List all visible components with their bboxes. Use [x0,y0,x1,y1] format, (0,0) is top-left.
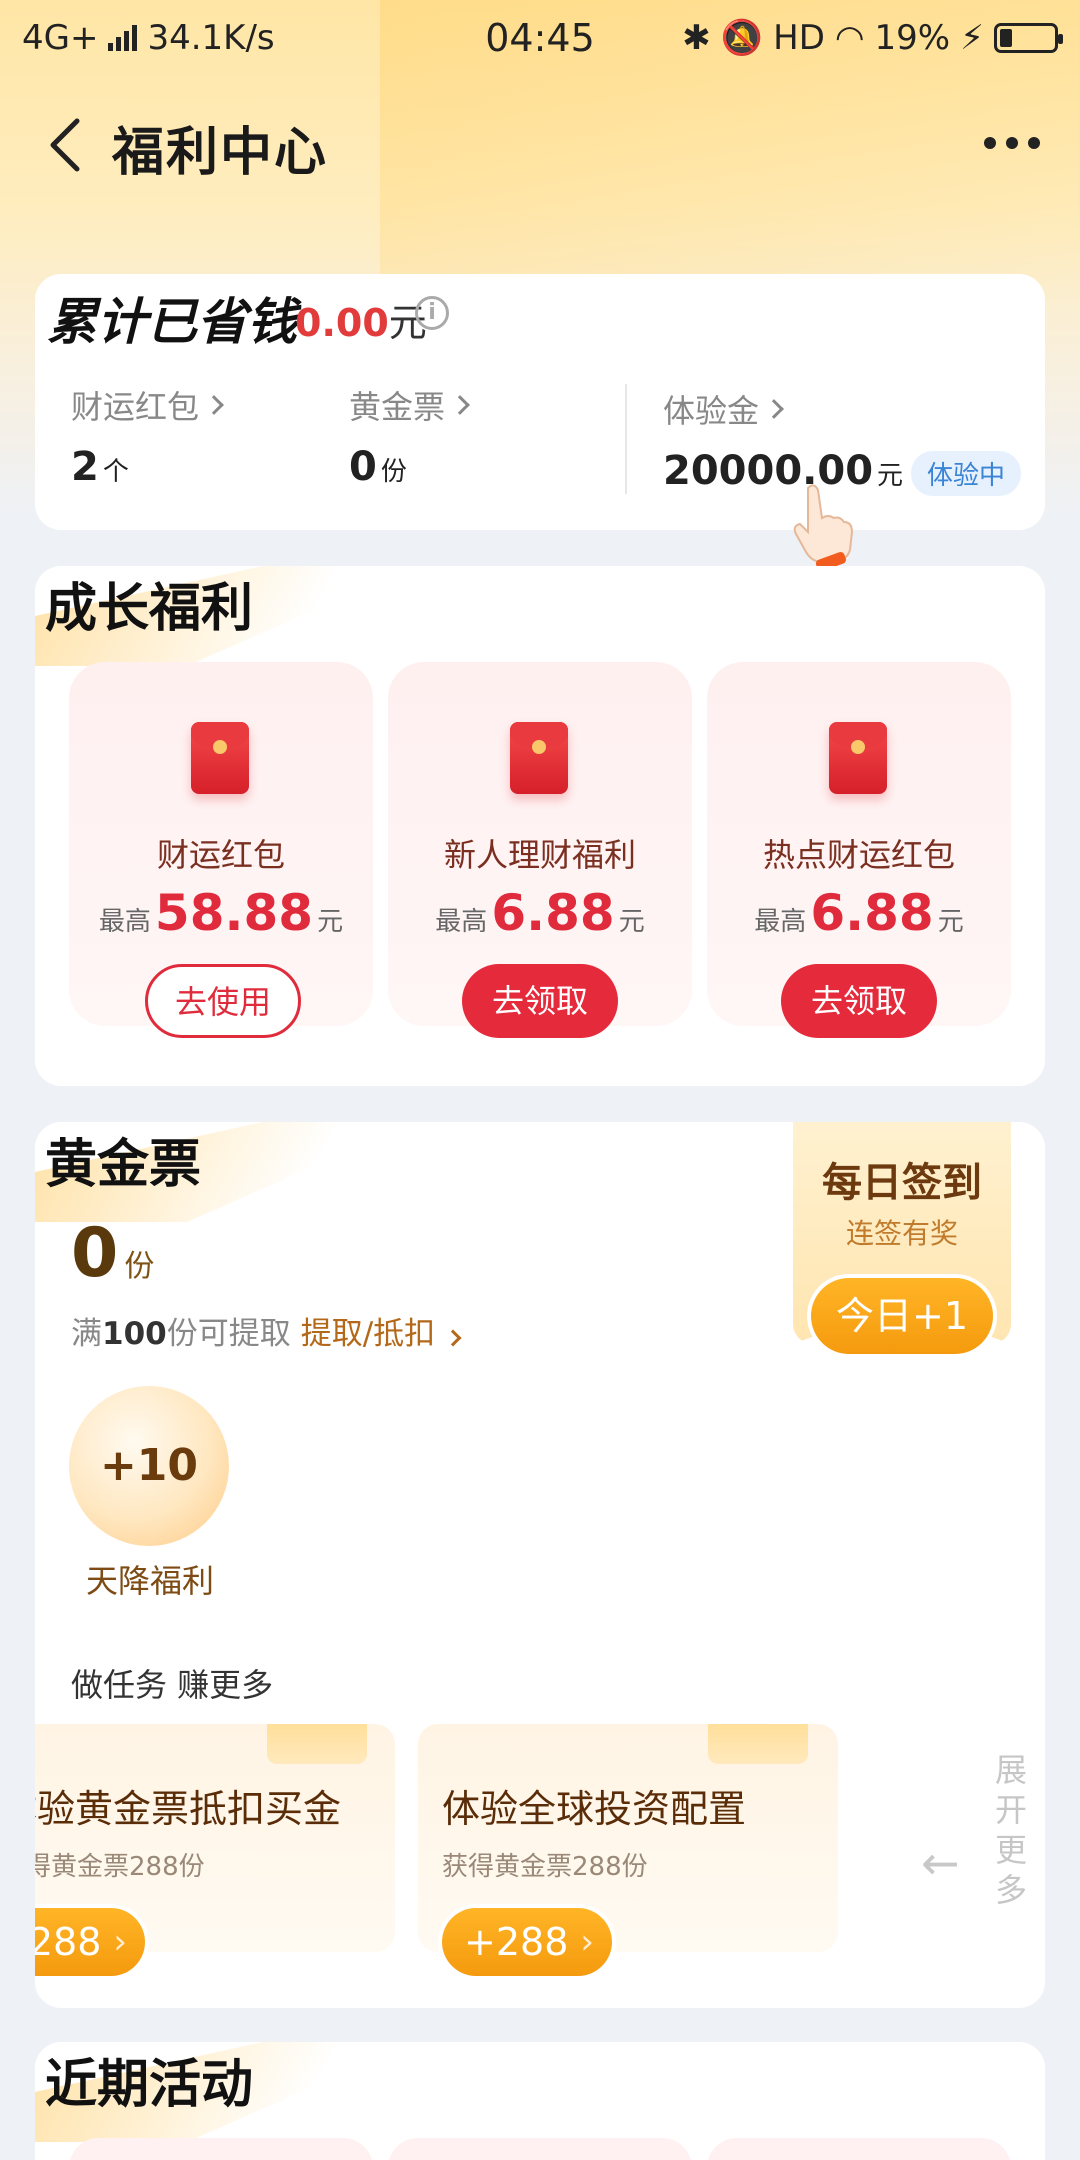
dot-icon [1006,137,1018,149]
network-speed: 34.1K/s [147,18,275,58]
section-title: 成长福利 [45,578,254,639]
mute-icon: 🔕 [720,18,764,58]
network-type: 4G+ [22,18,99,58]
bluetooth-icon: ✱ [682,18,711,58]
withdraw-link[interactable]: 提取/抵扣 [300,1316,462,1352]
benefit-prefix: 最高 [754,907,807,937]
expand-more-button[interactable]: ← 展开更多 [885,1750,1027,1950]
bonus-bubble[interactable]: +10 [69,1386,229,1546]
benefit-unit: 元 [317,907,344,937]
gold-count-value: 0 [71,1214,119,1293]
recent-activities-card: 近期活动 [35,2042,1045,2160]
benefit-amount: 最高6.88 元 [388,884,692,942]
activity-card[interactable] [388,2138,692,2160]
stat-unit: 个 [102,457,129,487]
savings-amount-value: 0.00 [295,301,389,345]
section-title: 黄金票 [45,1134,202,1195]
expand-label: 展开更多 [995,1751,1028,1909]
stat-gold-ticket[interactable]: 黄金票 0份 [349,382,470,490]
task-desc: 获得黄金票288份 [35,1852,205,1882]
benefit-value: 6.88 [810,884,934,942]
battery-icon [994,23,1063,53]
gold-count: 0份 [71,1214,154,1293]
savings-card: 累计已省钱 0.00元 i 财运红包 2个 黄金票 0份 体验金 20000.0… [35,274,1045,530]
savings-amount: 0.00元 [295,292,427,347]
nav-bar: 福利中心 [0,100,1080,190]
activity-card[interactable] [707,2138,1011,2160]
benefit-unit: 元 [618,907,645,937]
red-envelope-icon [191,722,249,794]
dot-icon [1028,137,1040,149]
hd-label: HD [773,18,825,58]
dot-icon [984,137,996,149]
gold-count-unit: 份 [124,1249,155,1284]
checkin-title: 每日签到 [822,1160,982,1206]
note-text: 份可提取 [166,1316,291,1352]
tasks-title: 做任务 赚更多 [71,1666,274,1704]
benefit-prefix: 最高 [98,907,151,937]
stat-unit: 份 [380,457,407,487]
activity-card[interactable] [69,2138,373,2160]
note-text: 满 [71,1316,102,1352]
benefit-unit: 元 [937,907,964,937]
page-title: 福利中心 [112,123,329,183]
gold-ticket-card: 黄金票 0份 满100份可提取 提取/抵扣 每日签到 连签有奖 今日+1 +10 … [35,1122,1045,2008]
benefit-name: 财运红包 [156,836,285,874]
chevron-right-icon [444,1329,462,1347]
stat-value: 0 [349,444,377,490]
section-title: 近期活动 [45,2054,254,2115]
savings-title: 累计已省钱 [47,292,297,351]
benefit-amount: 最高58.88 元 [69,884,373,942]
back-arrow-icon [50,118,80,172]
checkin-button[interactable]: 今日+1 [811,1278,993,1354]
task-flag [708,1724,808,1764]
note-number: 100 [102,1316,167,1352]
stat-red-packet[interactable]: 财运红包 2个 [71,382,224,490]
stat-label: 黄金票 [349,388,446,426]
back-button[interactable] [30,110,100,180]
red-envelope-icon [510,722,568,794]
wifi-icon: ◠ [834,18,865,58]
chevron-right-icon [764,399,784,419]
task-reward-button[interactable]: +288 [442,1908,612,1976]
divider [625,384,627,494]
red-envelope-icon [829,722,887,794]
chevron-right-icon [450,395,470,415]
growth-benefits-card: 成长福利 财运红包 最高58.88 元 去使用 新人理财福利 最高6.88 元 去领… [35,566,1045,1086]
status-badge: 体验中 [911,450,1022,496]
claim-button[interactable]: 去领取 [781,964,937,1038]
signal-icon [108,25,138,51]
stat-value: 2 [71,444,99,490]
battery-percent: 19% [874,18,951,58]
claim-button[interactable]: 去领取 [462,964,618,1038]
bonus-label: 天降福利 [85,1562,214,1600]
use-button[interactable]: 去使用 [145,964,301,1038]
charging-icon: ⚡ [960,18,984,58]
task-name: 体验黄金票抵扣买金 [35,1787,342,1831]
stat-unit: 元 [877,461,904,491]
checkin-subtitle: 连签有奖 [845,1217,958,1250]
info-icon[interactable]: i [415,296,449,330]
benefit-value: 6.88 [491,884,615,942]
chevron-right-icon [204,395,224,415]
benefit-name: 新人理财福利 [443,836,636,874]
benefit-prefix: 最高 [435,907,488,937]
more-options-button[interactable] [972,118,1052,168]
task-flag [267,1724,367,1764]
task-reward-button[interactable]: +288 [35,1908,145,1976]
gold-note: 满100份可提取 提取/抵扣 [71,1308,462,1353]
benefit-amount: 最高6.88 元 [707,884,1011,942]
stat-label: 体验金 [663,392,760,430]
benefit-value: 58.88 [154,884,314,942]
status-bar: 4G+ 34.1K/s 04:45 ✱ 🔕 HD ◠ 19% ⚡ [0,0,1080,76]
stat-label: 财运红包 [71,388,200,426]
arrow-left-icon: ← [921,1836,960,1890]
pointing-hand-icon [793,484,854,570]
task-name: 体验全球投资配置 [442,1787,747,1831]
task-desc: 获得黄金票288份 [442,1852,648,1882]
withdraw-link-label: 提取/抵扣 [300,1316,436,1352]
benefit-name: 热点财运红包 [762,836,955,874]
